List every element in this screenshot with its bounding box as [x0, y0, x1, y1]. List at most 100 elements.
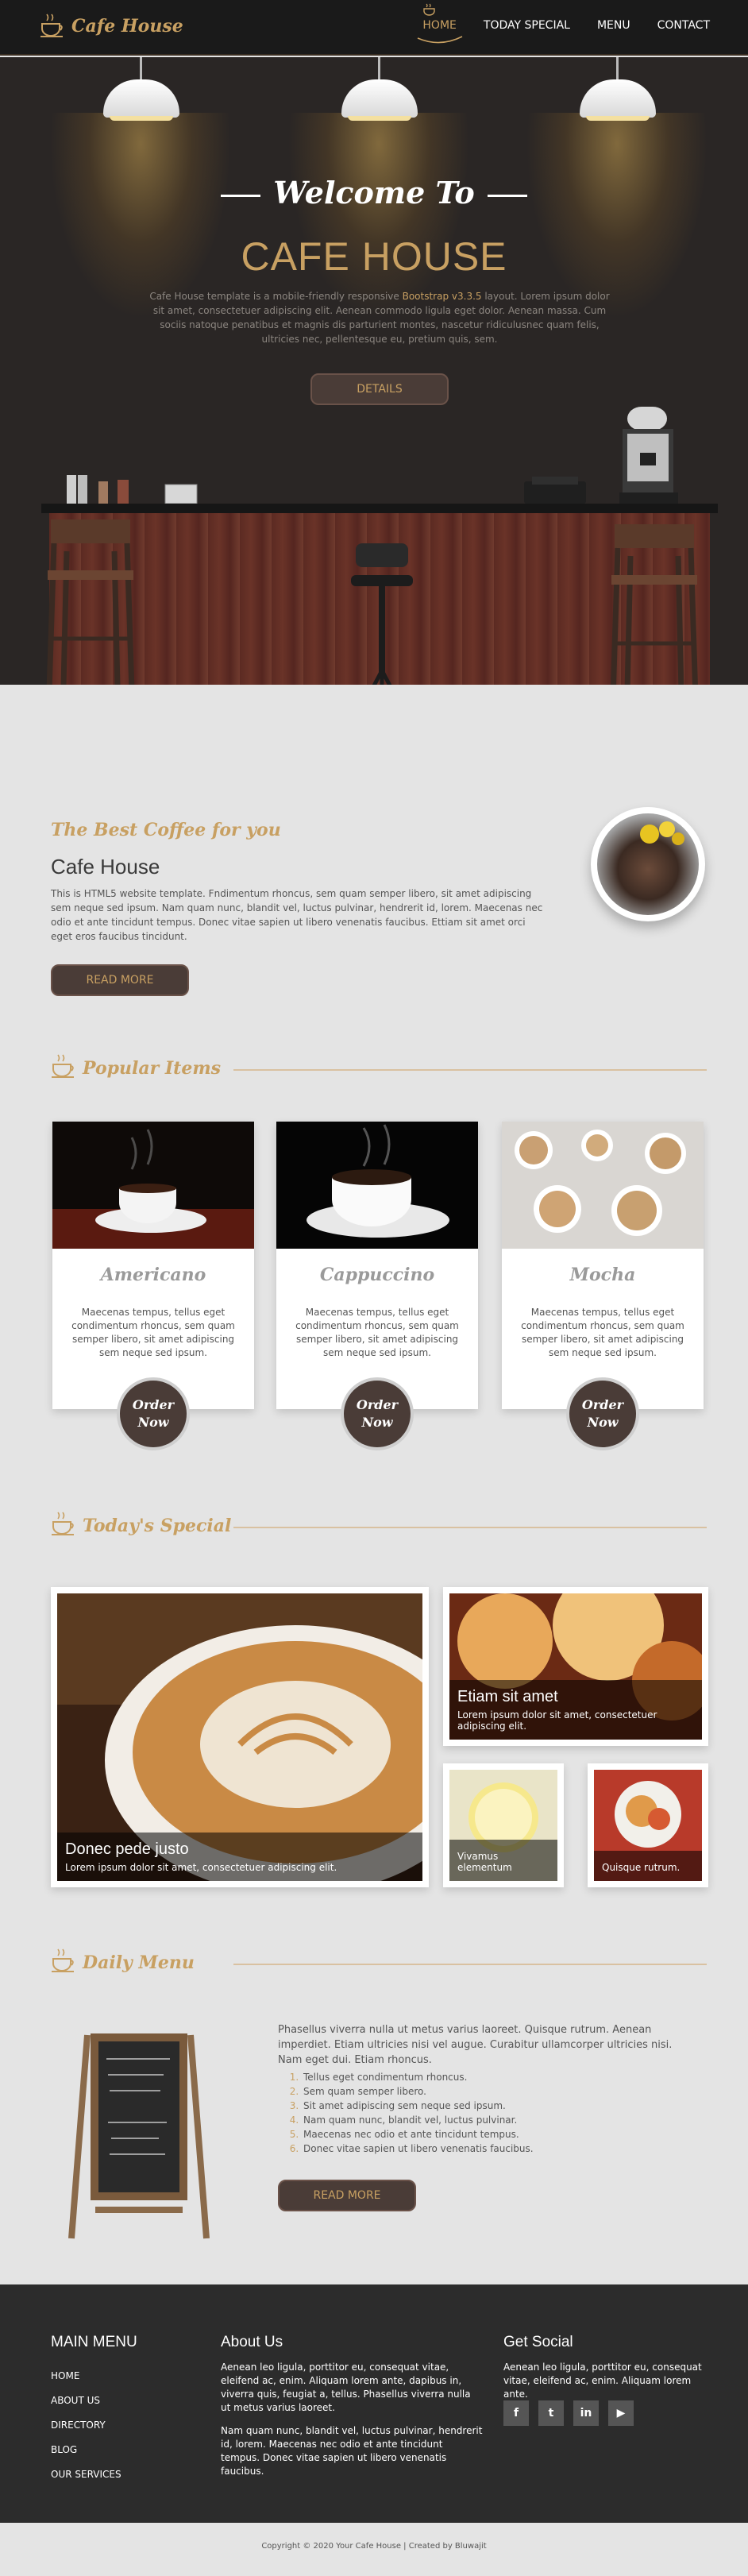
list-item: Sem quam semper libero.: [302, 2084, 683, 2099]
special-caption: Quisque rutrum.: [594, 1851, 702, 1881]
popular-items-title: Popular Items: [83, 1058, 221, 1079]
item-description: Maecenas tempus, tellus eget condimentum…: [71, 1307, 235, 1358]
footer-link-blog[interactable]: BLOG: [51, 2438, 121, 2462]
footer-link-services[interactable]: OUR SERVICES: [51, 2462, 121, 2487]
footer-menu: HOME ABOUT US DIRECTORY BLOG OUR SERVICE…: [51, 2364, 121, 2487]
footer-link-home[interactable]: HOME: [51, 2364, 121, 2389]
lamp-glow: [526, 113, 708, 319]
hero-title: CAFE HOUSE: [241, 234, 507, 279]
details-button[interactable]: DETAILS: [310, 373, 449, 405]
list-item: Nam quam nunc, blandit vel, luctus pulvi…: [302, 2113, 683, 2127]
mocha-image: [502, 1122, 704, 1249]
chalkboard-sign-illustration: [68, 2033, 210, 2239]
youtube-icon[interactable]: ▶: [608, 2400, 634, 2426]
list-item: Tellus eget condimentum rhoncus.: [302, 2070, 683, 2084]
bar-stool-illustration: [351, 543, 413, 685]
latte-art-image: Donec pede justo Lorem ipsum dolor sit a…: [57, 1593, 422, 1881]
bootstrap-link[interactable]: Bootstrap v3.3.5: [403, 291, 482, 302]
americano-image: [52, 1122, 254, 1249]
espresso-machine-illustration: [619, 407, 678, 504]
coffee-cup-icon: [52, 1948, 74, 1972]
menu-card-mocha: Mocha Maecenas tempus, tellus eget condi…: [502, 1122, 704, 1450]
nav-contact[interactable]: CONTACT: [657, 19, 710, 32]
nav-today-special[interactable]: TODAY SPECIAL: [484, 19, 570, 32]
cappuccino-image: [276, 1122, 478, 1249]
footer-about-p2: Nam quam nunc, blandit vel, luctus pulvi…: [221, 2425, 483, 2477]
daily-menu-text: Phasellus viverra nulla ut metus varius …: [278, 2024, 673, 2066]
item-description: Maecenas tempus, tellus eget condimentum…: [521, 1307, 684, 1358]
todays-special-header: Today's Special: [51, 1511, 707, 1543]
navbar: Cafe House HOME TODAY SPECIAL MENU CONTA…: [0, 0, 748, 56]
popular-items-header: Popular Items: [51, 1053, 707, 1085]
list-item: Donec vitae sapien ut libero venenatis f…: [302, 2142, 683, 2156]
special-item-small[interactable]: Vivamus elementum: [443, 1763, 564, 1887]
lemon-image: Vivamus elementum: [449, 1770, 557, 1881]
coffee-cup-icon: [40, 14, 63, 37]
item-name: Cappuccino: [319, 1265, 435, 1285]
about-subtitle: The Best Coffee for you: [51, 820, 281, 840]
hero-description: Cafe House template is a mobile-friendly…: [149, 289, 610, 346]
lamp-glow: [49, 113, 232, 319]
counter-top: [41, 504, 718, 513]
special-item-small[interactable]: Quisque rutrum.: [588, 1763, 708, 1887]
footer-link-directory[interactable]: DIRECTORY: [51, 2413, 121, 2438]
daily-menu-header: Daily Menu: [51, 1948, 707, 1979]
nav-home-label: HOME: [422, 19, 457, 32]
hero-section: Welcome To CAFE HOUSE Cafe House templat…: [0, 57, 748, 685]
bar-stool-illustration: [46, 519, 135, 685]
item-description: Maecenas tempus, tellus eget condimentum…: [295, 1307, 459, 1358]
order-now-button[interactable]: Order Now: [566, 1377, 639, 1450]
special-caption: Etiam sit amet Lorem ipsum dolor sit ame…: [449, 1680, 702, 1740]
coffee-cup-icon: [52, 1054, 74, 1078]
nav-coffee-icon: [423, 3, 436, 16]
footer-about-text: Aenean leo ligula, porttitor eu, consequ…: [221, 2361, 483, 2478]
footer-menu-title: MAIN MENU: [51, 2334, 137, 2350]
daily-menu-list: Tellus eget condimentum rhoncus. Sem qua…: [302, 2070, 683, 2156]
special-caption: Donec pede justo Lorem ipsum dolor sit a…: [57, 1833, 422, 1881]
social-icons: f t in ▶: [503, 2400, 634, 2426]
daily-menu-title: Daily Menu: [83, 1952, 195, 1973]
register-illustration: [524, 477, 586, 504]
order-now-button[interactable]: Order Now: [117, 1377, 190, 1450]
footer: MAIN MENU HOME ABOUT US DIRECTORY BLOG O…: [0, 2284, 748, 2523]
nav-home[interactable]: HOME: [418, 3, 463, 44]
footer-about-p1: Aenean leo ligula, porttitor eu, consequ…: [221, 2362, 471, 2413]
daily-menu-read-more-button[interactable]: READ MORE: [278, 2180, 416, 2211]
footer-about-title: About Us: [221, 2334, 283, 2350]
bar-stool-illustration: [611, 524, 698, 685]
special-item-large[interactable]: Donec pede justo Lorem ipsum dolor sit a…: [51, 1587, 429, 1887]
pastry-image: Etiam sit amet Lorem ipsum dolor sit ame…: [449, 1593, 702, 1740]
hero-welcome-text: Welcome To: [273, 175, 475, 210]
coffee-cup-icon: [52, 1512, 74, 1535]
list-item: Sit amet adipiscing sem neque sed ipsum.: [302, 2099, 683, 2113]
todays-special-title: Today's Special: [83, 1516, 232, 1536]
french-press-image: [591, 807, 705, 921]
special-item-medium[interactable]: Etiam sit amet Lorem ipsum dolor sit ame…: [443, 1587, 708, 1746]
hero-desc-text: Cafe House template is a mobile-friendly…: [149, 291, 403, 302]
item-name: Mocha: [569, 1265, 636, 1285]
brand[interactable]: Cafe House: [40, 13, 183, 40]
order-now-button[interactable]: Order Now: [341, 1377, 414, 1450]
nav-menu-link[interactable]: MENU: [597, 19, 630, 32]
swoosh-icon: [418, 36, 463, 44]
facebook-icon[interactable]: f: [503, 2400, 529, 2426]
menu-card-cappuccino: Cappuccino Maecenas tempus, tellus eget …: [276, 1122, 478, 1450]
footer-link-about[interactable]: ABOUT US: [51, 2389, 121, 2413]
copyright: Copyright © 2020 Your Cafe House | Creat…: [0, 2523, 748, 2576]
special-caption: Vivamus elementum: [449, 1840, 557, 1881]
linkedin-icon[interactable]: in: [573, 2400, 599, 2426]
lamp-glow: [287, 113, 470, 319]
twitter-icon[interactable]: t: [538, 2400, 564, 2426]
brand-name: Cafe House: [71, 16, 183, 37]
flowers-icon: [640, 821, 684, 845]
about-text: This is HTML5 website template. Fndiment…: [51, 888, 543, 942]
special-description: Vivamus elementum: [457, 1851, 512, 1873]
special-title: Donec pede justo: [65, 1840, 189, 1858]
footer-social-title: Get Social: [503, 2334, 573, 2350]
special-description: Lorem ipsum dolor sit amet, consectetuer…: [65, 1862, 337, 1873]
jars-illustration: [67, 475, 198, 504]
nav-menu: HOME TODAY SPECIAL MENU CONTACT: [418, 3, 710, 44]
special-title: Etiam sit amet: [457, 1688, 558, 1705]
about-title: Cafe House: [51, 855, 160, 879]
read-more-button[interactable]: READ MORE: [51, 964, 189, 996]
